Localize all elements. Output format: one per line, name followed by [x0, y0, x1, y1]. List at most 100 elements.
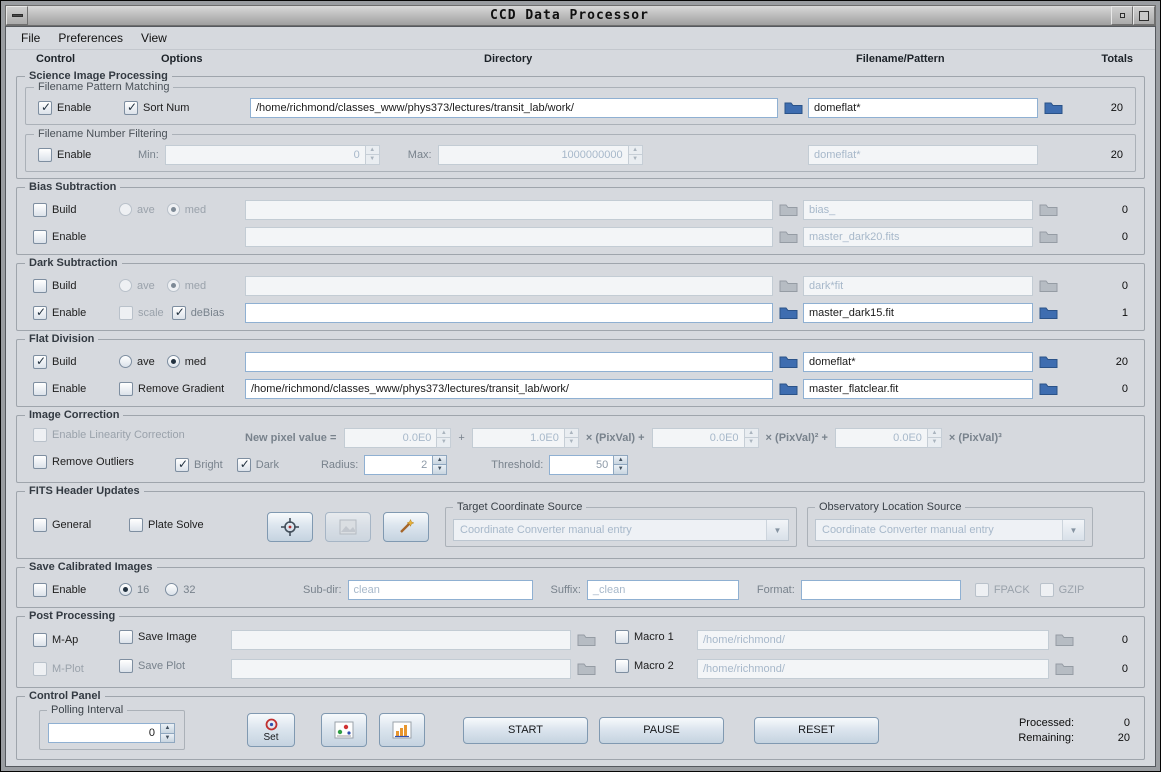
bias-enable-checkbox[interactable]: Enable — [33, 230, 86, 244]
map-checkbox[interactable]: M-Ap — [33, 633, 78, 647]
spinner-up-icon[interactable]: ▲ — [564, 428, 579, 439]
polling-interval-spinner[interactable]: 0▲▼ — [48, 723, 175, 743]
reset-button[interactable]: RESET — [754, 717, 879, 744]
menu-file[interactable]: File — [12, 29, 49, 47]
flat-ave-radio[interactable]: ave — [119, 355, 155, 368]
pattern-enable-checkbox[interactable]: Enable — [38, 101, 91, 115]
threshold-spinner[interactable]: 50▲▼ — [549, 455, 628, 475]
image-display-button[interactable] — [325, 512, 371, 542]
save-image-checkbox[interactable]: Save Image — [119, 630, 197, 644]
dark-enable-checkbox[interactable]: Enable — [33, 306, 86, 320]
spinner-up-icon[interactable]: ▲ — [613, 455, 628, 466]
spinner-down-icon[interactable]: ▼ — [160, 734, 175, 744]
flat-enable-directory-folder-icon[interactable] — [779, 381, 798, 396]
bias-enable-pattern-field[interactable]: master_dark20.fits — [803, 227, 1033, 247]
macro1-checkbox[interactable]: Macro 1 — [615, 630, 674, 644]
bright-checkbox[interactable]: Bright — [175, 458, 223, 472]
pause-button[interactable]: PAUSE — [599, 717, 724, 744]
bias-build-pattern-folder-icon[interactable] — [1039, 202, 1058, 217]
subdir-field[interactable]: clean — [348, 580, 533, 600]
spinner-down-icon[interactable]: ▼ — [744, 438, 759, 448]
remove-outliers-checkbox[interactable]: Remove Outliers — [33, 455, 134, 469]
dark-ave-radio[interactable]: ave — [119, 279, 155, 292]
dark-enable-pattern-field[interactable]: master_dark15.fit — [803, 303, 1033, 323]
set-aperture-button[interactable]: Set — [247, 713, 295, 747]
menu-view[interactable]: View — [132, 29, 176, 47]
spinner-down-icon[interactable]: ▼ — [436, 438, 451, 448]
general-checkbox[interactable]: General — [33, 518, 91, 532]
bias-enable-directory-folder-icon[interactable] — [779, 229, 798, 244]
maximize-button[interactable] — [1133, 6, 1155, 25]
dark-build-checkbox[interactable]: Build — [33, 279, 76, 293]
plot-viewer-button[interactable] — [379, 713, 425, 747]
dark-enable-directory-field[interactable] — [245, 303, 773, 323]
bias-ave-radio[interactable]: ave — [119, 203, 155, 216]
spinner-down-icon[interactable]: ▼ — [564, 438, 579, 448]
save-image-path-field[interactable] — [231, 630, 571, 650]
spinner-down-icon[interactable]: ▼ — [613, 465, 628, 475]
gzip-checkbox[interactable]: GZIP — [1040, 583, 1085, 597]
flat-build-checkbox[interactable]: Build — [33, 355, 76, 369]
window-menu-button[interactable] — [6, 6, 28, 25]
macro2-checkbox[interactable]: Macro 2 — [615, 659, 674, 673]
science-directory-folder-icon[interactable] — [784, 100, 803, 115]
bias-build-directory-field[interactable] — [245, 200, 773, 220]
coeff0-spinner[interactable]: 0.0E0▲▼ — [344, 428, 451, 448]
save-image-folder-icon[interactable] — [577, 632, 596, 647]
filter-enable-checkbox[interactable]: Enable — [38, 148, 91, 162]
macro1-path-field[interactable]: /home/richmond/ — [697, 630, 1049, 650]
bias-med-radio[interactable]: med — [167, 203, 206, 216]
spinner-up-icon[interactable]: ▲ — [628, 145, 643, 156]
spinner-down-icon[interactable]: ▼ — [927, 438, 942, 448]
bias-build-checkbox[interactable]: Build — [33, 203, 76, 217]
format-field[interactable] — [801, 580, 961, 600]
plate-solve-checkbox[interactable]: Plate Solve — [129, 518, 204, 532]
spinner-up-icon[interactable]: ▲ — [160, 723, 175, 734]
dark-outlier-checkbox[interactable]: Dark — [237, 458, 279, 472]
bias-build-directory-folder-icon[interactable] — [779, 202, 798, 217]
spinner-up-icon[interactable]: ▲ — [927, 428, 942, 439]
flat-build-pattern-folder-icon[interactable] — [1039, 354, 1058, 369]
menu-preferences[interactable]: Preferences — [49, 29, 132, 47]
spinner-up-icon[interactable]: ▲ — [436, 428, 451, 439]
bits-16-radio[interactable]: 16 — [119, 583, 149, 596]
science-pattern-folder-icon[interactable] — [1044, 100, 1063, 115]
start-button[interactable]: START — [463, 717, 588, 744]
save-plot-folder-icon[interactable] — [577, 661, 596, 676]
bits-32-radio[interactable]: 32 — [165, 583, 195, 596]
target-source-dropdown[interactable]: Coordinate Converter manual entry ▼ — [453, 519, 789, 541]
annotate-wand-button[interactable] — [383, 512, 429, 542]
dark-build-pattern-field[interactable]: dark*fit — [803, 276, 1033, 296]
target-coordinates-button[interactable] — [267, 512, 313, 542]
dark-enable-pattern-folder-icon[interactable] — [1039, 305, 1058, 320]
save-plot-checkbox[interactable]: Save Plot — [119, 659, 185, 673]
max-spinner[interactable]: 1000000000▲▼ — [438, 145, 643, 165]
spinner-down-icon[interactable]: ▼ — [628, 155, 643, 165]
flat-build-pattern-field[interactable]: domeflat* — [803, 352, 1033, 372]
flat-enable-checkbox[interactable]: Enable — [33, 382, 86, 396]
bias-build-pattern-field[interactable]: bias_ — [803, 200, 1033, 220]
save-plot-path-field[interactable] — [231, 659, 571, 679]
dark-med-radio[interactable]: med — [167, 279, 206, 292]
fpack-checkbox[interactable]: FPACK — [975, 583, 1030, 597]
science-pattern-field[interactable]: domeflat* — [808, 98, 1038, 118]
flat-build-directory-folder-icon[interactable] — [779, 354, 798, 369]
mplot-checkbox[interactable]: M-Plot — [33, 662, 84, 676]
bias-enable-pattern-folder-icon[interactable] — [1039, 229, 1058, 244]
title-bar[interactable]: CCD Data Processor — [5, 5, 1156, 26]
dark-enable-directory-folder-icon[interactable] — [779, 305, 798, 320]
dark-scale-checkbox[interactable]: scale — [119, 306, 164, 320]
remove-gradient-checkbox[interactable]: Remove Gradient — [119, 382, 224, 396]
sort-num-checkbox[interactable]: Sort Num — [124, 101, 189, 115]
min-spinner[interactable]: 0▲▼ — [165, 145, 380, 165]
coeff2-spinner[interactable]: 0.0E0▲▼ — [652, 428, 759, 448]
dark-debias-checkbox[interactable]: deBias — [172, 306, 225, 320]
flat-build-directory-field[interactable] — [245, 352, 773, 372]
spinner-down-icon[interactable]: ▼ — [365, 155, 380, 165]
spinner-up-icon[interactable]: ▲ — [365, 145, 380, 156]
spinner-up-icon[interactable]: ▲ — [744, 428, 759, 439]
observatory-source-dropdown[interactable]: Coordinate Converter manual entry ▼ — [815, 519, 1085, 541]
flat-enable-pattern-field[interactable]: master_flatclear.fit — [803, 379, 1033, 399]
filter-pattern-field[interactable]: domeflat* — [808, 145, 1038, 165]
macro2-folder-icon[interactable] — [1055, 661, 1074, 676]
